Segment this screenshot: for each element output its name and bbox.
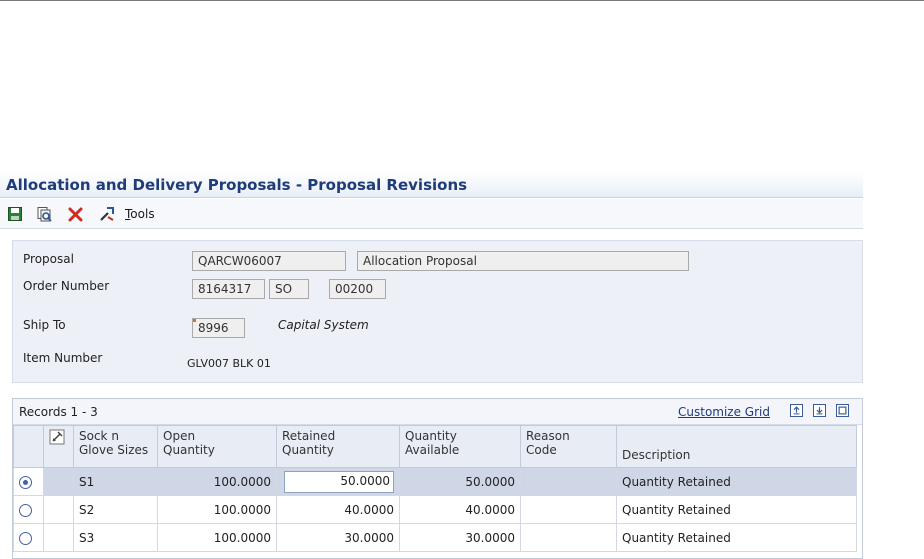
column-header-select — [13, 425, 44, 468]
form-title: Allocation and Delivery Proposals - Prop… — [0, 172, 863, 198]
delete-icon[interactable] — [68, 206, 84, 222]
row-attachment-cell — [43, 467, 74, 496]
column-header-open-quantity[interactable]: Open Quantity — [157, 425, 277, 468]
radio-icon[interactable] — [19, 531, 32, 545]
save-and-close-icon[interactable] — [36, 206, 52, 222]
proposal-field: QARCW06007 — [192, 251, 346, 271]
proposal-type-field: Allocation Proposal — [357, 251, 689, 271]
tools-icon[interactable] — [99, 206, 115, 222]
order-number-field: 8164317 — [192, 279, 265, 299]
radio-selected-icon[interactable] — [19, 475, 32, 489]
retained-quantity-input[interactable]: 50.0000 — [284, 470, 394, 493]
cell-quantity-available: 40.0000 — [399, 495, 521, 524]
row-attachment-cell — [43, 495, 74, 524]
ship-to-field[interactable]: 8996 — [192, 318, 245, 338]
column-header-reason-code[interactable]: Reason Code — [520, 425, 617, 468]
tools-menu[interactable]: Tools — [125, 207, 155, 221]
cell-reason-code[interactable] — [520, 467, 617, 496]
cell-retained-quantity[interactable]: 30.0000 — [276, 523, 400, 552]
proposal-label: Proposal — [23, 252, 74, 266]
cell-size: S2 — [73, 495, 158, 524]
order-number-label: Order Number — [23, 279, 110, 293]
row-attachment-cell — [43, 523, 74, 552]
cell-description: Quantity Retained — [616, 523, 857, 552]
radio-icon[interactable] — [19, 503, 32, 517]
cell-retained-quantity[interactable]: 40.0000 — [276, 495, 400, 524]
grid-table: Sock n Glove Sizes Open Quantity Retained Q… — [13, 425, 857, 552]
cell-quantity-available: 30.0000 — [399, 523, 521, 552]
table-row[interactable]: S3 100.0000 30.0000 30.0000 Quantity Ret… — [13, 523, 857, 552]
order-company-field: 00200 — [329, 279, 386, 299]
maximize-grid-icon[interactable] — [836, 404, 849, 417]
row-select[interactable] — [13, 495, 44, 524]
grid-header-bar: Records 1 - 3 Customize Grid — [13, 399, 862, 425]
cell-quantity-available: 50.0000 — [399, 467, 521, 496]
row-select[interactable] — [13, 467, 44, 496]
cell-description: Quantity Retained — [616, 495, 857, 524]
required-marker-icon — [193, 319, 196, 322]
order-type-field: SO — [269, 279, 309, 299]
cell-description: Quantity Retained — [616, 467, 857, 496]
records-count: Records 1 - 3 — [19, 405, 98, 419]
row-select[interactable] — [13, 523, 44, 552]
column-header-description[interactable]: Description — [616, 425, 857, 468]
table-row[interactable]: S2 100.0000 40.0000 40.0000 Quantity Ret… — [13, 495, 857, 524]
column-header-quantity-available[interactable]: Quantity Available — [399, 425, 521, 468]
item-number-value: GLV007 BLK 01 — [187, 357, 271, 370]
cell-retained-quantity[interactable]: 50.0000 — [276, 467, 400, 496]
cell-size: S3 — [73, 523, 158, 552]
customize-grid-link[interactable]: Customize Grid — [678, 405, 770, 419]
cell-size: S1 — [73, 467, 158, 496]
cell-open-quantity: 100.0000 — [157, 495, 277, 524]
toolbar: Tools — [0, 199, 863, 229]
table-row[interactable]: S1 100.0000 50.0000 50.0000 Quantity Ret… — [13, 467, 857, 496]
header-panel: Proposal QARCW06007 Allocation Proposal … — [12, 240, 863, 383]
export-icon[interactable] — [790, 404, 803, 417]
detail-grid: Records 1 - 3 Customize Grid Sock n Glov… — [12, 398, 863, 559]
column-header-size[interactable]: Sock n Glove Sizes — [73, 425, 158, 468]
attachment-icon — [49, 429, 65, 445]
cell-reason-code[interactable] — [520, 523, 617, 552]
column-header-retained-quantity[interactable]: Retained Quantity — [276, 425, 400, 468]
ship-to-label: Ship To — [23, 318, 66, 332]
item-number-label: Item Number — [23, 351, 103, 365]
cell-open-quantity: 100.0000 — [157, 523, 277, 552]
ship-to-name: Capital System — [278, 318, 369, 332]
column-header-attachment[interactable] — [43, 425, 74, 468]
cell-open-quantity: 100.0000 — [157, 467, 277, 496]
grid-column-headers: Sock n Glove Sizes Open Quantity Retained Q… — [13, 425, 857, 468]
cell-reason-code[interactable] — [520, 495, 617, 524]
top-divider — [0, 0, 924, 1]
import-icon[interactable] — [813, 404, 826, 417]
save-icon[interactable] — [7, 206, 23, 222]
